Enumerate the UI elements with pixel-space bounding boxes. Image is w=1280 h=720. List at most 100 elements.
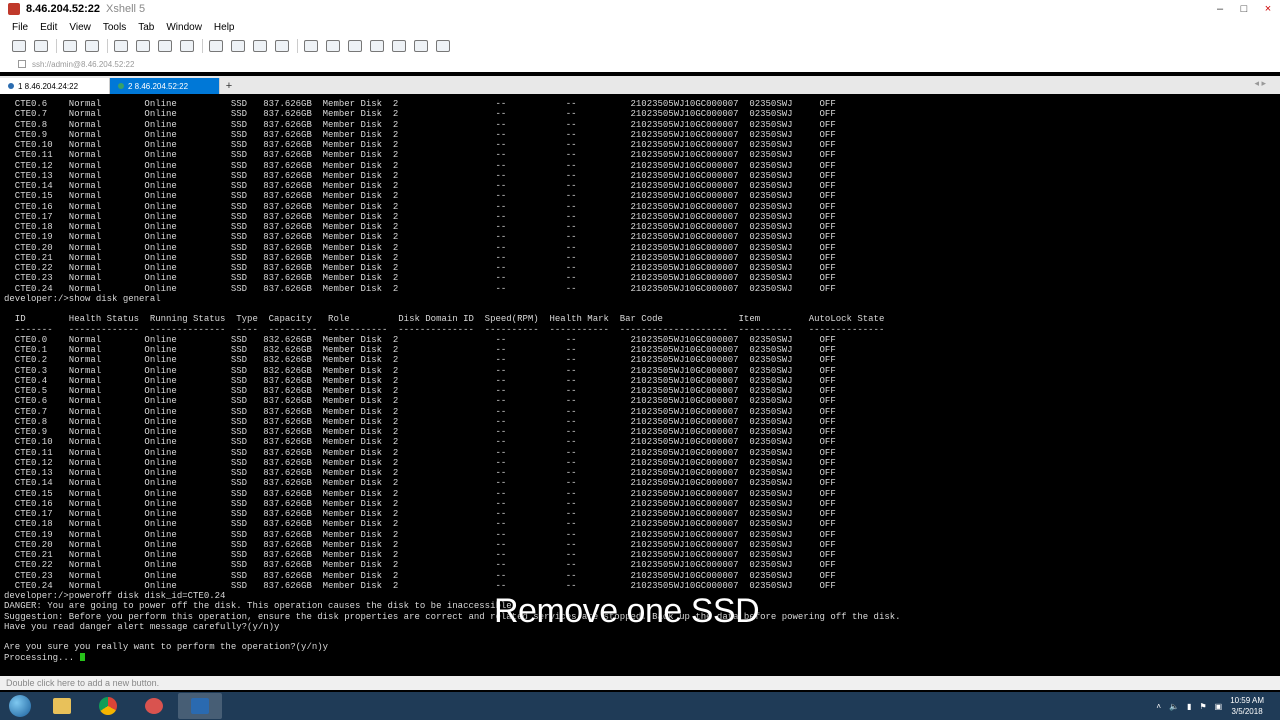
window-title: 8.46.204.52:22 xyxy=(26,3,101,15)
script-icon[interactable] xyxy=(304,40,318,52)
address-bar[interactable]: ssh://admin@8.46.204.52:22 xyxy=(0,56,1280,72)
menu-tools[interactable]: Tools xyxy=(103,22,126,33)
status-bar[interactable]: Double click here to add a new button. xyxy=(0,676,1280,690)
terminal-line: CTE0.22 Normal Online SSD 837.626GB Memb… xyxy=(4,560,836,571)
record-icon[interactable] xyxy=(326,40,340,52)
clock[interactable]: 10:59 AM 3/5/2018 xyxy=(1230,695,1264,717)
new-session-icon[interactable] xyxy=(12,40,26,52)
terminal-line: CTE0.21 Normal Online SSD 837.626GB Memb… xyxy=(4,550,836,560)
menu-edit[interactable]: Edit xyxy=(40,22,57,33)
terminal-line: CTE0.20 Normal Online SSD 837.626GB Memb… xyxy=(4,242,836,253)
disconnect-icon[interactable] xyxy=(85,40,99,52)
minimize-button[interactable]: – xyxy=(1208,0,1232,18)
menu-window[interactable]: Window xyxy=(166,22,202,33)
menu-file[interactable]: File xyxy=(12,22,28,33)
tab-bar: 1 8.46.204.24:22 2 8.46.204.52:22 + ◂ ▸ xyxy=(0,76,1280,94)
properties-icon[interactable] xyxy=(114,40,128,52)
system-tray: ˄ 🔈 ▮ ⚑ ▣ 10:59 AM 3/5/2018 xyxy=(1156,692,1272,720)
terminal-line: CTE0.9 Normal Online SSD 837.626GB Membe… xyxy=(4,129,836,140)
menu-help[interactable]: Help xyxy=(214,22,235,33)
language-icon[interactable]: ▣ xyxy=(1215,702,1223,711)
terminal-line: CTE0.14 Normal Online SSD 837.626GB Memb… xyxy=(4,181,836,191)
terminal-line: DANGER: You are going to power off the d… xyxy=(4,601,518,612)
globe-icon[interactable] xyxy=(253,40,267,52)
reconnect-icon[interactable] xyxy=(63,40,77,52)
clock-time: 10:59 AM xyxy=(1230,696,1264,705)
terminal-line: CTE0.0 Normal Online SSD 832.626GB Membe… xyxy=(4,334,836,345)
clock-date: 3/5/2018 xyxy=(1231,707,1263,716)
terminal-line: CTE0.6 Normal Online SSD 837.626GB Membe… xyxy=(4,396,836,407)
taskbar-xshell[interactable] xyxy=(132,693,176,719)
folder-icon xyxy=(53,698,71,714)
terminal-output[interactable]: CTE0.6 Normal Online SSD 837.626GB Membe… xyxy=(0,96,1280,672)
terminal-line: CTE0.19 Normal Online SSD 837.626GB Memb… xyxy=(4,529,836,540)
menu-view[interactable]: View xyxy=(69,22,91,33)
terminal-line: CTE0.12 Normal Online SSD 837.626GB Memb… xyxy=(4,160,836,171)
terminal-line: CTE0.16 Normal Online SSD 837.626GB Memb… xyxy=(4,201,836,212)
terminal-line: CTE0.17 Normal Online SSD 837.626GB Memb… xyxy=(4,509,836,519)
toolbar-divider xyxy=(107,39,108,53)
menu-tab[interactable]: Tab xyxy=(138,22,154,33)
terminal-line: CTE0.4 Normal Online SSD 837.626GB Membe… xyxy=(4,375,836,386)
chevron-up-icon[interactable]: ˄ xyxy=(1156,702,1161,711)
taskbar-explorer[interactable] xyxy=(40,693,84,719)
terminal-line: developer:/>poweroff disk disk_id=CTE0.2… xyxy=(4,591,226,601)
toolbar xyxy=(0,36,1280,56)
terminal-line: CTE0.6 Normal Online SSD 837.626GB Membe… xyxy=(4,99,836,109)
print-icon[interactable] xyxy=(209,40,223,52)
app-name: Xshell 5 xyxy=(106,3,146,15)
menu-bar: File Edit View Tools Tab Window Help xyxy=(0,18,1280,36)
terminal-line: CTE0.18 Normal Online SSD 837.626GB Memb… xyxy=(4,519,836,530)
terminal-line: CTE0.24 Normal Online SSD 837.626GB Memb… xyxy=(4,283,836,294)
tab-session-1[interactable]: 1 8.46.204.24:22 xyxy=(0,78,110,94)
maximize-button[interactable]: □ xyxy=(1232,0,1256,18)
add-tab-button[interactable]: + xyxy=(220,78,238,94)
start-button[interactable] xyxy=(0,692,40,720)
title-bar: 8.46.204.52:22 Xshell 5 – □ × xyxy=(0,0,1280,18)
terminal-line: CTE0.24 Normal Online SSD 837.626GB Memb… xyxy=(4,580,836,591)
terminal-line: ID Health Status Running Status Type Cap… xyxy=(4,314,885,325)
tab-session-2[interactable]: 2 8.46.204.52:22 xyxy=(110,78,220,94)
terminal-line: CTE0.20 Normal Online SSD 837.626GB Memb… xyxy=(4,539,836,550)
taskbar-chrome[interactable] xyxy=(86,693,130,719)
terminal-line: developer:/>show disk general xyxy=(4,293,161,304)
terminal-line: CTE0.1 Normal Online SSD 832.626GB Membe… xyxy=(4,345,836,355)
address-text: ssh://admin@8.46.204.52:22 xyxy=(32,59,135,69)
terminal-line: CTE0.2 Normal Online SSD 832.626GB Membe… xyxy=(4,355,836,366)
terminal-line: CTE0.13 Normal Online SSD 837.626GB Memb… xyxy=(4,468,836,478)
film-icon xyxy=(191,698,209,714)
fullscreen-icon[interactable] xyxy=(348,40,362,52)
flag-icon[interactable]: ⚑ xyxy=(1199,702,1206,711)
session-status-icon xyxy=(118,83,124,89)
help-icon[interactable] xyxy=(414,40,428,52)
chrome-icon xyxy=(99,697,117,715)
terminal-line: Processing... xyxy=(4,653,85,663)
paste-icon[interactable] xyxy=(158,40,172,52)
terminal-line: CTE0.7 Normal Online SSD 837.626GB Membe… xyxy=(4,109,836,120)
find-icon[interactable] xyxy=(180,40,194,52)
toolbar-divider xyxy=(56,39,57,53)
terminal-line: CTE0.17 Normal Online SSD 837.626GB Memb… xyxy=(4,211,836,222)
taskbar-video[interactable] xyxy=(178,693,222,719)
terminal-line: CTE0.9 Normal Online SSD 837.626GB Membe… xyxy=(4,427,836,437)
network-icon[interactable]: ▮ xyxy=(1187,702,1191,711)
open-folder-icon[interactable] xyxy=(34,40,48,52)
transfer-icon[interactable] xyxy=(231,40,245,52)
chat-icon[interactable] xyxy=(436,40,450,52)
font-icon[interactable] xyxy=(275,40,289,52)
keyboard-icon[interactable] xyxy=(392,40,406,52)
terminal-line: Have you read danger alert message caref… xyxy=(4,621,280,632)
terminal-line: CTE0.13 Normal Online SSD 837.626GB Memb… xyxy=(4,170,836,181)
video-caption: Remove one SSD xyxy=(494,592,760,630)
terminal-line: CTE0.18 Normal Online SSD 837.626GB Memb… xyxy=(4,222,836,232)
lock-icon[interactable] xyxy=(370,40,384,52)
tab-scroll-arrows[interactable]: ◂ ▸ xyxy=(1254,78,1266,89)
terminal-line: CTE0.19 Normal Online SSD 837.626GB Memb… xyxy=(4,232,836,243)
terminal-line: CTE0.10 Normal Online SSD 837.626GB Memb… xyxy=(4,140,836,150)
terminal-line: CTE0.16 Normal Online SSD 837.626GB Memb… xyxy=(4,498,836,509)
copy-icon[interactable] xyxy=(136,40,150,52)
terminal-line: CTE0.12 Normal Online SSD 837.626GB Memb… xyxy=(4,457,836,468)
close-button[interactable]: × xyxy=(1256,0,1280,18)
terminal-line: CTE0.10 Normal Online SSD 837.626GB Memb… xyxy=(4,437,836,448)
volume-icon[interactable]: 🔈 xyxy=(1169,702,1179,711)
